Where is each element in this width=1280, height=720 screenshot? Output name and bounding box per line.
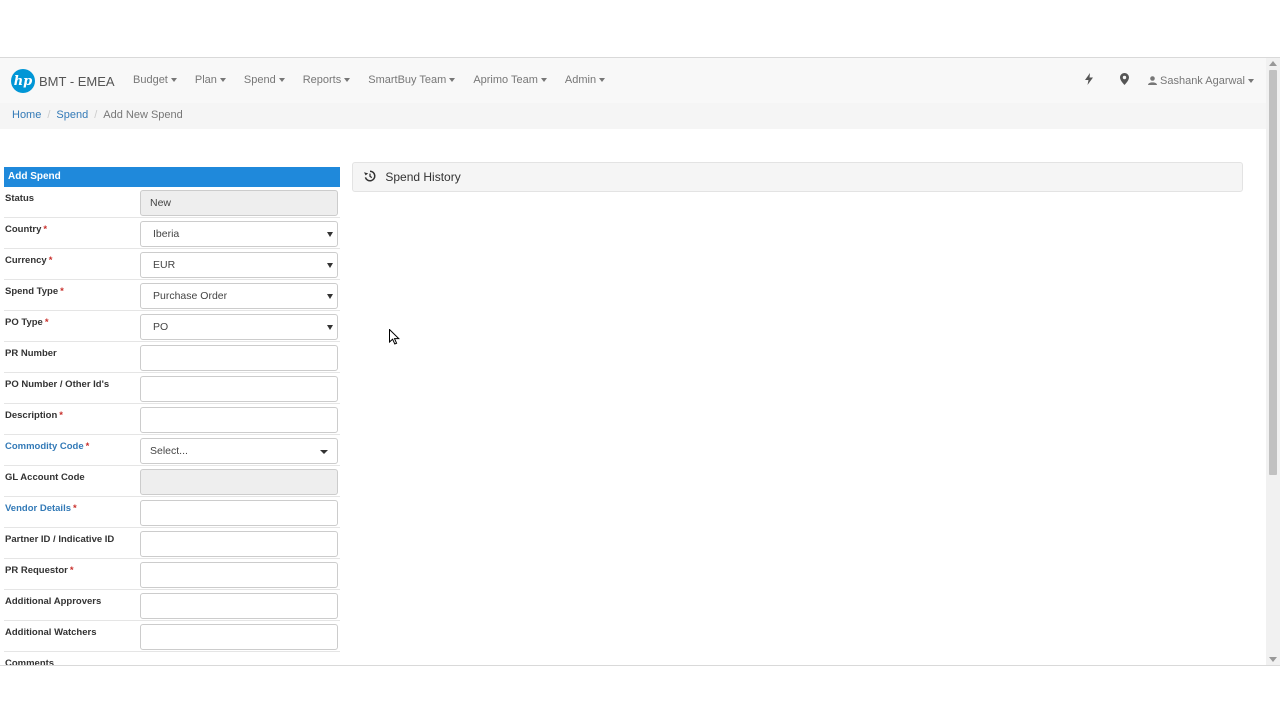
currency-select[interactable]: EUR	[140, 252, 338, 278]
field-label: Additional Approvers	[5, 596, 102, 607]
field-po-type: PO Type * PO	[4, 311, 340, 342]
nav-right: Sashank Agarwal	[1071, 58, 1254, 103]
field-label: PR Requestor *	[5, 565, 74, 576]
nav-item-smartbuy-team[interactable]: SmartBuy Team	[359, 58, 464, 103]
nav-item-spend[interactable]: Spend	[235, 58, 294, 103]
field-currency: Currency * EUR	[4, 249, 340, 280]
hp-logo: hp	[11, 69, 35, 93]
field-additional-watchers: Additional Watchers	[4, 621, 340, 652]
user-icon	[1147, 75, 1157, 85]
breadcrumb: Home / Spend / Add New Spend	[0, 103, 1266, 129]
pr-number-input[interactable]	[140, 345, 338, 371]
nav-menu: Budget Plan Spend Reports SmartBuy Team …	[124, 58, 614, 103]
field-label: GL Account Code	[5, 472, 85, 483]
caret-down-icon	[1248, 78, 1254, 83]
status-field: New	[140, 190, 338, 216]
breadcrumb-current: Add New Spend	[103, 109, 183, 121]
pr-requestor-input[interactable]	[140, 562, 338, 588]
field-vendor-details: Vendor Details *	[4, 497, 340, 528]
bolt-icon[interactable]	[1071, 73, 1107, 88]
app-title: BMT - EMEA	[39, 73, 115, 89]
form-title: Add Spend	[4, 167, 340, 187]
user-menu[interactable]: Sashank Agarwal	[1147, 74, 1254, 87]
breadcrumb-home[interactable]: Home	[12, 109, 41, 121]
field-status: Status New	[4, 187, 340, 218]
field-description: Description *	[4, 404, 340, 435]
caret-down-icon	[170, 78, 177, 83]
country-select[interactable]: Iberia	[140, 221, 338, 247]
field-comments: Comments	[4, 652, 340, 666]
mouse-cursor-icon	[389, 329, 400, 345]
caret-down-icon	[599, 78, 606, 83]
spend-type-select[interactable]: Purchase Order	[140, 283, 338, 309]
partner-id-input[interactable]	[140, 531, 338, 557]
add-spend-form: Add Spend Status New Country * Iberia Cur…	[4, 167, 340, 666]
po-number-input[interactable]	[140, 376, 338, 402]
gl-account-code-field	[140, 469, 338, 495]
spend-history-panel[interactable]: Spend History	[352, 162, 1243, 192]
description-input[interactable]	[140, 407, 338, 433]
breadcrumb-spend[interactable]: Spend	[56, 109, 88, 121]
caret-down-icon	[344, 78, 351, 83]
field-po-number: PO Number / Other Id's	[4, 373, 340, 404]
dropdown-arrow-icon	[327, 294, 333, 299]
top-navbar: hp BMT - EMEA Budget Plan Spend Reports …	[0, 58, 1266, 104]
field-spend-type: Spend Type * Purchase Order	[4, 280, 340, 311]
field-label: PO Type *	[5, 317, 49, 328]
nav-item-aprimo-team[interactable]: Aprimo Team	[464, 58, 556, 103]
dropdown-arrow-icon	[327, 232, 333, 237]
field-label: Comments	[5, 658, 55, 666]
caret-down-icon	[449, 78, 456, 83]
spend-history-title: Spend History	[385, 170, 461, 184]
field-pr-requestor: PR Requestor *	[4, 559, 340, 590]
brand[interactable]: hp BMT - EMEA	[11, 68, 115, 94]
vertical-scrollbar[interactable]	[1266, 58, 1280, 665]
field-gl-account-code: GL Account Code	[4, 466, 340, 497]
field-label: Partner ID / Indicative ID	[5, 534, 115, 545]
scroll-up-icon[interactable]	[1269, 61, 1277, 66]
vendor-details-input[interactable]	[140, 500, 338, 526]
po-type-select[interactable]: PO	[140, 314, 338, 340]
field-additional-approvers: Additional Approvers	[4, 590, 340, 621]
caret-down-icon	[219, 78, 226, 83]
nav-item-budget[interactable]: Budget	[124, 58, 186, 103]
additional-approvers-input[interactable]	[140, 593, 338, 619]
field-label: Currency *	[5, 255, 53, 266]
dropdown-arrow-icon	[327, 325, 333, 330]
commodity-code-select[interactable]: Select...	[140, 438, 338, 464]
dropdown-arrow-icon	[320, 450, 328, 454]
vendor-details-link[interactable]: Vendor Details *	[5, 503, 77, 514]
nav-item-reports[interactable]: Reports	[294, 58, 360, 103]
field-label: Additional Watchers	[5, 627, 97, 638]
field-label: Spend Type *	[5, 286, 64, 297]
app-window: hp BMT - EMEA Budget Plan Spend Reports …	[0, 57, 1280, 666]
field-commodity-code: Commodity Code * Select...	[4, 435, 340, 466]
field-label: Status	[5, 193, 35, 204]
field-label: PR Number	[5, 348, 57, 359]
field-country: Country * Iberia	[4, 218, 340, 249]
caret-down-icon	[278, 78, 285, 83]
nav-item-admin[interactable]: Admin	[556, 58, 614, 103]
dropdown-arrow-icon	[327, 263, 333, 268]
field-label: Country *	[5, 224, 48, 235]
scroll-down-icon[interactable]	[1269, 657, 1277, 662]
field-partner-id: Partner ID / Indicative ID	[4, 528, 340, 559]
additional-watchers-input[interactable]	[140, 624, 338, 650]
field-label: Description *	[5, 410, 63, 421]
history-icon	[364, 170, 379, 184]
scrollbar-thumb[interactable]	[1269, 70, 1277, 475]
user-name: Sashank Agarwal	[1160, 74, 1245, 87]
field-label: PO Number / Other Id's	[5, 379, 110, 390]
field-pr-number: PR Number	[4, 342, 340, 373]
map-marker-icon[interactable]	[1107, 73, 1143, 88]
nav-item-plan[interactable]: Plan	[186, 58, 235, 103]
caret-down-icon	[540, 78, 547, 83]
commodity-code-link[interactable]: Commodity Code *	[5, 441, 89, 452]
